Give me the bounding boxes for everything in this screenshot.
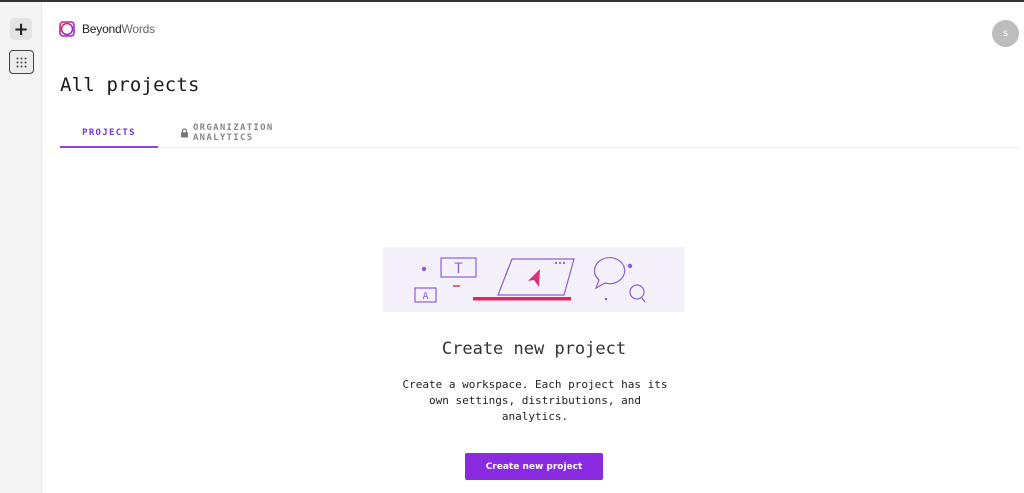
- publishing-illustration: T A: [414, 257, 646, 303]
- apps-button[interactable]: [9, 50, 34, 74]
- illustration-letter-a: A: [422, 291, 428, 302]
- tab-projects[interactable]: PROJECTS: [60, 120, 158, 148]
- brand-name-light: Words: [121, 22, 156, 36]
- tab-bar: PROJECTS ORGANIZATION ANALYTICS: [60, 120, 1020, 148]
- lock-icon: [180, 128, 188, 138]
- empty-state-illustration: T A: [383, 247, 685, 312]
- add-button[interactable]: +: [10, 18, 32, 40]
- left-rail: +: [0, 2, 42, 493]
- page-title: All projects: [60, 74, 200, 96]
- tab-organization-analytics[interactable]: ORGANIZATION ANALYTICS: [180, 120, 340, 146]
- avatar-initial: s: [1002, 28, 1009, 39]
- user-avatar[interactable]: s: [992, 20, 1019, 47]
- brand-name-bold: Beyond: [82, 22, 122, 36]
- plus-icon: +: [13, 18, 29, 40]
- brand-name: BeyondWords: [82, 22, 155, 36]
- create-new-project-button[interactable]: Create new project: [465, 453, 603, 480]
- brand-logo[interactable]: BeyondWords: [58, 20, 155, 38]
- beyondwords-logo-icon: [59, 21, 75, 37]
- grid-icon: [16, 57, 27, 67]
- tab-projects-label: PROJECTS: [82, 128, 136, 138]
- empty-state-description: Create a workspace. Each project has its…: [402, 378, 668, 423]
- illustration-letter-t: T: [454, 261, 463, 277]
- tab-analytics-label: ORGANIZATION ANALYTICS: [192, 123, 274, 143]
- empty-state-title: Create new project: [441, 339, 627, 359]
